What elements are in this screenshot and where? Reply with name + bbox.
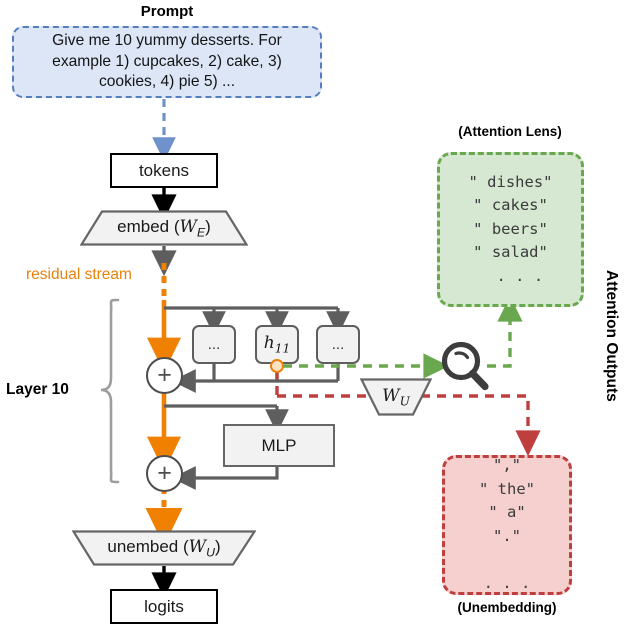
plus-symbol-attn: +	[157, 361, 172, 389]
embed-block: embed (WE)	[80, 210, 248, 246]
unembed-matrix-subscript: U	[206, 545, 215, 560]
layer-label: Layer 10	[6, 381, 69, 398]
wu-subscript: U	[399, 394, 410, 409]
attention-head-left: ...	[192, 325, 236, 364]
tokens-label: tokens	[138, 160, 190, 180]
unembedding-box: "," " the" " a" "." . . .	[442, 455, 572, 595]
prompt-box: Give me 10 yummy desserts. For example 1…	[12, 26, 322, 98]
wu-funnel-label: WU	[382, 386, 410, 408]
diagram-canvas: Prompt Give me 10 yummy desserts. For ex…	[0, 0, 640, 627]
attention-head-right-label: ...	[331, 336, 345, 353]
unembed-label: unembed (WU)	[107, 537, 220, 559]
embed-matrix-subscript: E	[197, 225, 206, 240]
wu-base: W	[382, 385, 400, 406]
prompt-title: Prompt	[140, 3, 194, 20]
attention-lens-tokens: " dishes" " cakes" " beers" " salad" . .…	[468, 172, 553, 285]
head-tap-node	[270, 359, 284, 373]
embed-label-close: )	[205, 216, 211, 236]
logits-label: logits	[144, 596, 184, 616]
residual-stream-label: residual stream	[26, 266, 132, 283]
prompt-text: Give me 10 yummy desserts. For example 1…	[52, 31, 282, 91]
embed-matrix-symbol: W	[179, 216, 197, 237]
logits-box: logits	[110, 589, 218, 624]
residual-add-node-mlp: +	[146, 455, 183, 492]
plus-symbol-mlp: +	[157, 459, 172, 487]
magnifier-icon-shape	[441, 341, 489, 391]
unembed-label-close: )	[214, 536, 221, 556]
mlp-box: MLP	[223, 424, 335, 467]
tokens-box: tokens	[110, 153, 218, 188]
embed-label: embed (WE)	[117, 217, 211, 239]
attention-head-h11-label: h11	[264, 333, 291, 355]
unembed-block: unembed (WU)	[72, 530, 256, 566]
unembed-matrix-symbol: W	[188, 536, 207, 557]
wu-funnel-block: WU	[360, 378, 432, 416]
mlp-label: MLP	[261, 435, 297, 455]
residual-add-node-attn: +	[146, 357, 183, 394]
attention-lens-caption: (Attention Lens)	[458, 124, 562, 139]
attention-head-left-label: ...	[207, 336, 221, 353]
unembedding-caption: (Unembedding)	[457, 600, 557, 615]
unembedding-tokens: "," " the" " a" "." . . .	[479, 456, 535, 593]
magnifier-icon	[437, 337, 493, 395]
h11-base: h	[263, 333, 275, 354]
embed-label-text: embed (	[117, 216, 180, 236]
attention-head-right: ...	[316, 325, 360, 364]
attention-lens-box: " dishes" " cakes" " beers" " salad" . .…	[437, 152, 584, 307]
h11-subscript: 11	[274, 341, 291, 356]
unembed-label-text: unembed (	[107, 536, 189, 556]
